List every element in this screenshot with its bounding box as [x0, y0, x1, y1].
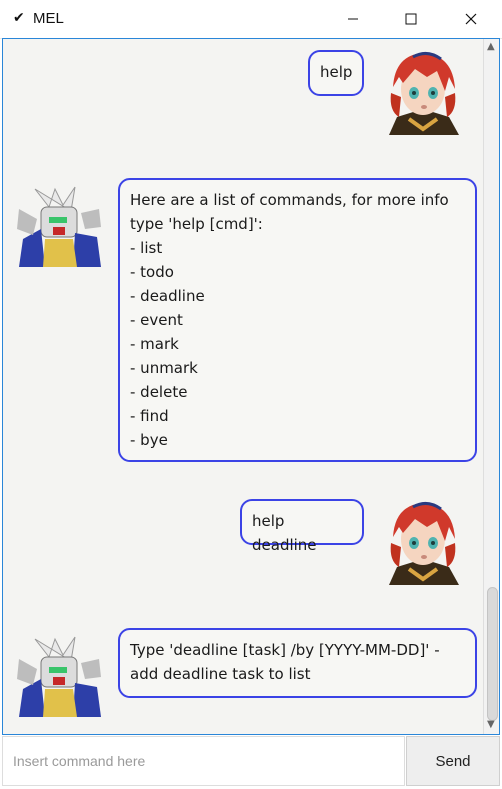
bot-message-bubble: Type 'deadline [task] /by [YYYY-MM-DD]' …: [118, 628, 477, 698]
minimize-button[interactable]: [330, 0, 376, 38]
title-bar: ✔ MEL: [0, 0, 502, 39]
bot-message-bubble: Here are a list of commands, for more in…: [118, 178, 477, 462]
window-title: MEL: [33, 10, 64, 27]
send-button[interactable]: Send: [406, 736, 500, 786]
scrollbar-thumb[interactable]: [487, 587, 498, 721]
user-avatar: [379, 497, 467, 585]
bot-avatar: [15, 629, 103, 717]
scroll-up-icon[interactable]: ▲: [487, 41, 495, 52]
close-icon: [465, 13, 477, 25]
user-avatar: [379, 47, 467, 135]
check-icon: ✔: [13, 10, 25, 26]
maximize-button[interactable]: [388, 0, 434, 38]
scroll-down-icon[interactable]: ▼: [487, 719, 495, 730]
vertical-scrollbar[interactable]: ▲ ▼: [483, 39, 499, 734]
user-message-bubble: help deadline: [240, 499, 364, 554]
close-button[interactable]: [448, 0, 494, 38]
maximize-icon: [405, 13, 417, 25]
command-input[interactable]: [2, 736, 405, 786]
minimize-icon: [348, 18, 358, 20]
bot-avatar: [15, 179, 103, 267]
user-message-bubble: help: [308, 50, 364, 96]
dialog-scroll-pane[interactable]: help Here are a list of commands, for mo…: [2, 38, 500, 735]
